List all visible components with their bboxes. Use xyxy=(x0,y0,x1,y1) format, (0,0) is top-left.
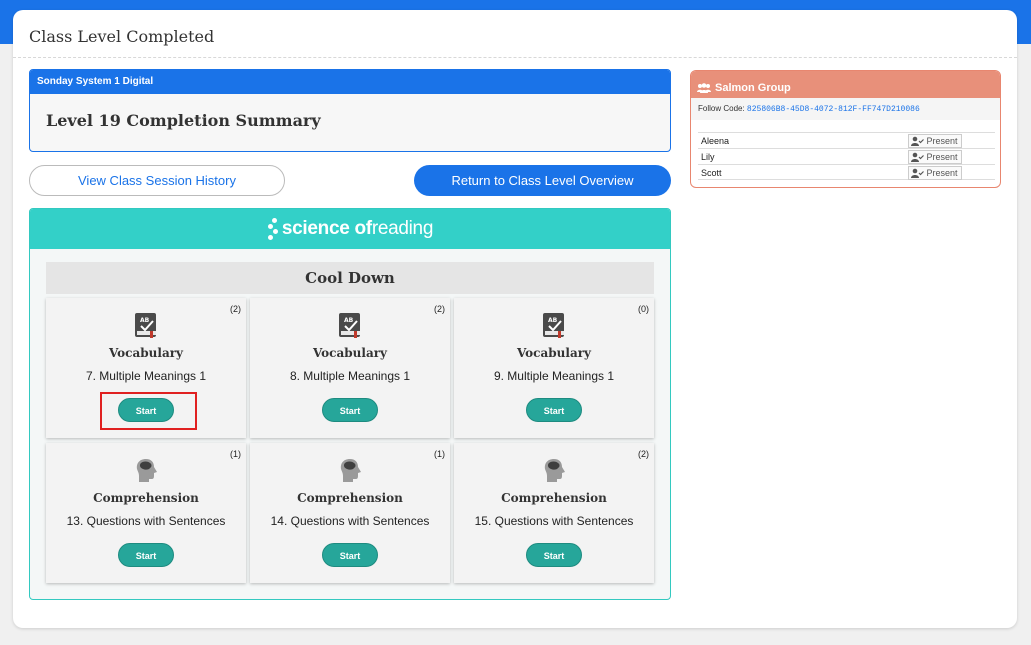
attendance-status-label: Present xyxy=(926,136,958,146)
section-title: Cool Down xyxy=(46,262,654,294)
activity-title: Comprehension xyxy=(93,491,199,505)
table-row: Lily Present xyxy=(698,148,995,164)
svg-text:AB: AB xyxy=(344,317,354,324)
activity-tile: (2) Comprehension 15. Questions with Sen… xyxy=(454,443,654,583)
attendance-status-button[interactable]: Present xyxy=(908,166,962,180)
user-check-icon xyxy=(911,152,924,162)
follow-code-row: Follow Code: 825806B8-45D8-4072-812F-FF7… xyxy=(691,98,1000,120)
start-button[interactable]: Start xyxy=(322,398,378,422)
table-row: Aleena Present xyxy=(698,132,995,148)
start-button[interactable]: Start xyxy=(322,543,378,567)
group-panel: Salmon Group Follow Code: 825806B8-45D8-… xyxy=(690,70,1001,188)
activity-count: (1) xyxy=(230,449,241,459)
science-of-reading-banner: science of reading xyxy=(30,209,670,249)
highlight-box xyxy=(100,392,197,430)
activity-subtitle: 13. Questions with Sentences xyxy=(66,514,226,528)
activity-title: Comprehension xyxy=(297,491,403,505)
group-users-icon xyxy=(697,83,711,93)
start-button[interactable]: Start xyxy=(526,543,582,567)
brain-head-icon xyxy=(340,459,361,482)
page-title: Class Level Completed xyxy=(13,10,1017,58)
activity-subtitle: 9. Multiple Meanings 1 xyxy=(493,369,615,383)
completion-summary-panel: Sonday System 1 Digital Level 19 Complet… xyxy=(29,69,671,152)
svg-text:AB: AB xyxy=(548,317,558,324)
return-to-overview-button[interactable]: Return to Class Level Overview xyxy=(414,165,671,196)
activity-title: Vocabulary xyxy=(312,346,388,360)
attendance-status-button[interactable]: Present xyxy=(908,134,962,148)
activity-tile: (1) Comprehension 14. Questions with Sen… xyxy=(250,443,450,583)
vocabulary-book-icon: AB xyxy=(135,313,156,338)
brain-head-icon xyxy=(544,459,565,482)
activity-title: Vocabulary xyxy=(516,346,592,360)
activity-subtitle: 8. Multiple Meanings 1 xyxy=(289,369,411,383)
start-button[interactable]: Start xyxy=(526,398,582,422)
main-card: Class Level Completed Sonday System 1 Di… xyxy=(13,10,1017,628)
summary-header: Sonday System 1 Digital xyxy=(30,70,670,94)
group-name: Salmon Group xyxy=(715,82,791,94)
table-row: Scott Present xyxy=(698,164,995,180)
follow-code-label: Follow Code: xyxy=(698,104,745,113)
summary-title: Level 19 Completion Summary xyxy=(46,111,321,130)
activity-subtitle: 14. Questions with Sentences xyxy=(270,514,430,528)
science-of-reading-logo-icon xyxy=(267,218,279,240)
attendance-status-button[interactable]: Present xyxy=(908,150,962,164)
activity-subtitle: 7. Multiple Meanings 1 xyxy=(85,369,207,383)
activity-tile: (2) AB Vocabulary 8. Multiple Meanings 1… xyxy=(250,298,450,438)
student-name: Scott xyxy=(701,168,722,178)
brand-name-bold: science of xyxy=(281,218,372,239)
attendance-status-label: Present xyxy=(926,168,958,178)
user-check-icon xyxy=(911,168,924,178)
activity-count: (2) xyxy=(434,304,445,314)
student-name: Aleena xyxy=(701,136,730,146)
activity-count: (1) xyxy=(434,449,445,459)
brand-name-light: reading xyxy=(371,218,434,239)
activity-subtitle: 15. Questions with Sentences xyxy=(474,514,634,528)
activity-title: Comprehension xyxy=(501,491,607,505)
activity-title: Vocabulary xyxy=(108,346,184,360)
view-session-history-button[interactable]: View Class Session History xyxy=(29,165,285,196)
activity-tile: (1) Comprehension 13. Questions with Sen… xyxy=(46,443,246,583)
activity-count: (0) xyxy=(638,304,649,314)
start-button[interactable]: Start xyxy=(118,543,174,567)
activity-count: (2) xyxy=(638,449,649,459)
follow-code-value: 825806B8-45D8-4072-812F-FF747D210086 xyxy=(746,105,920,114)
activity-count: (2) xyxy=(230,304,241,314)
attendance-status-label: Present xyxy=(926,152,958,162)
student-roster: Aleena Present Lily Present Scott Presen… xyxy=(698,132,995,180)
vocabulary-book-icon: AB xyxy=(339,313,360,338)
svg-text:AB: AB xyxy=(140,317,150,324)
brain-head-icon xyxy=(136,459,157,482)
student-name: Lily xyxy=(701,152,715,162)
activity-tile: (0) AB Vocabulary 9. Multiple Meanings 1… xyxy=(454,298,654,438)
user-check-icon xyxy=(911,136,924,146)
vocabulary-book-icon: AB xyxy=(543,313,564,338)
group-header: Salmon Group xyxy=(691,71,1000,98)
